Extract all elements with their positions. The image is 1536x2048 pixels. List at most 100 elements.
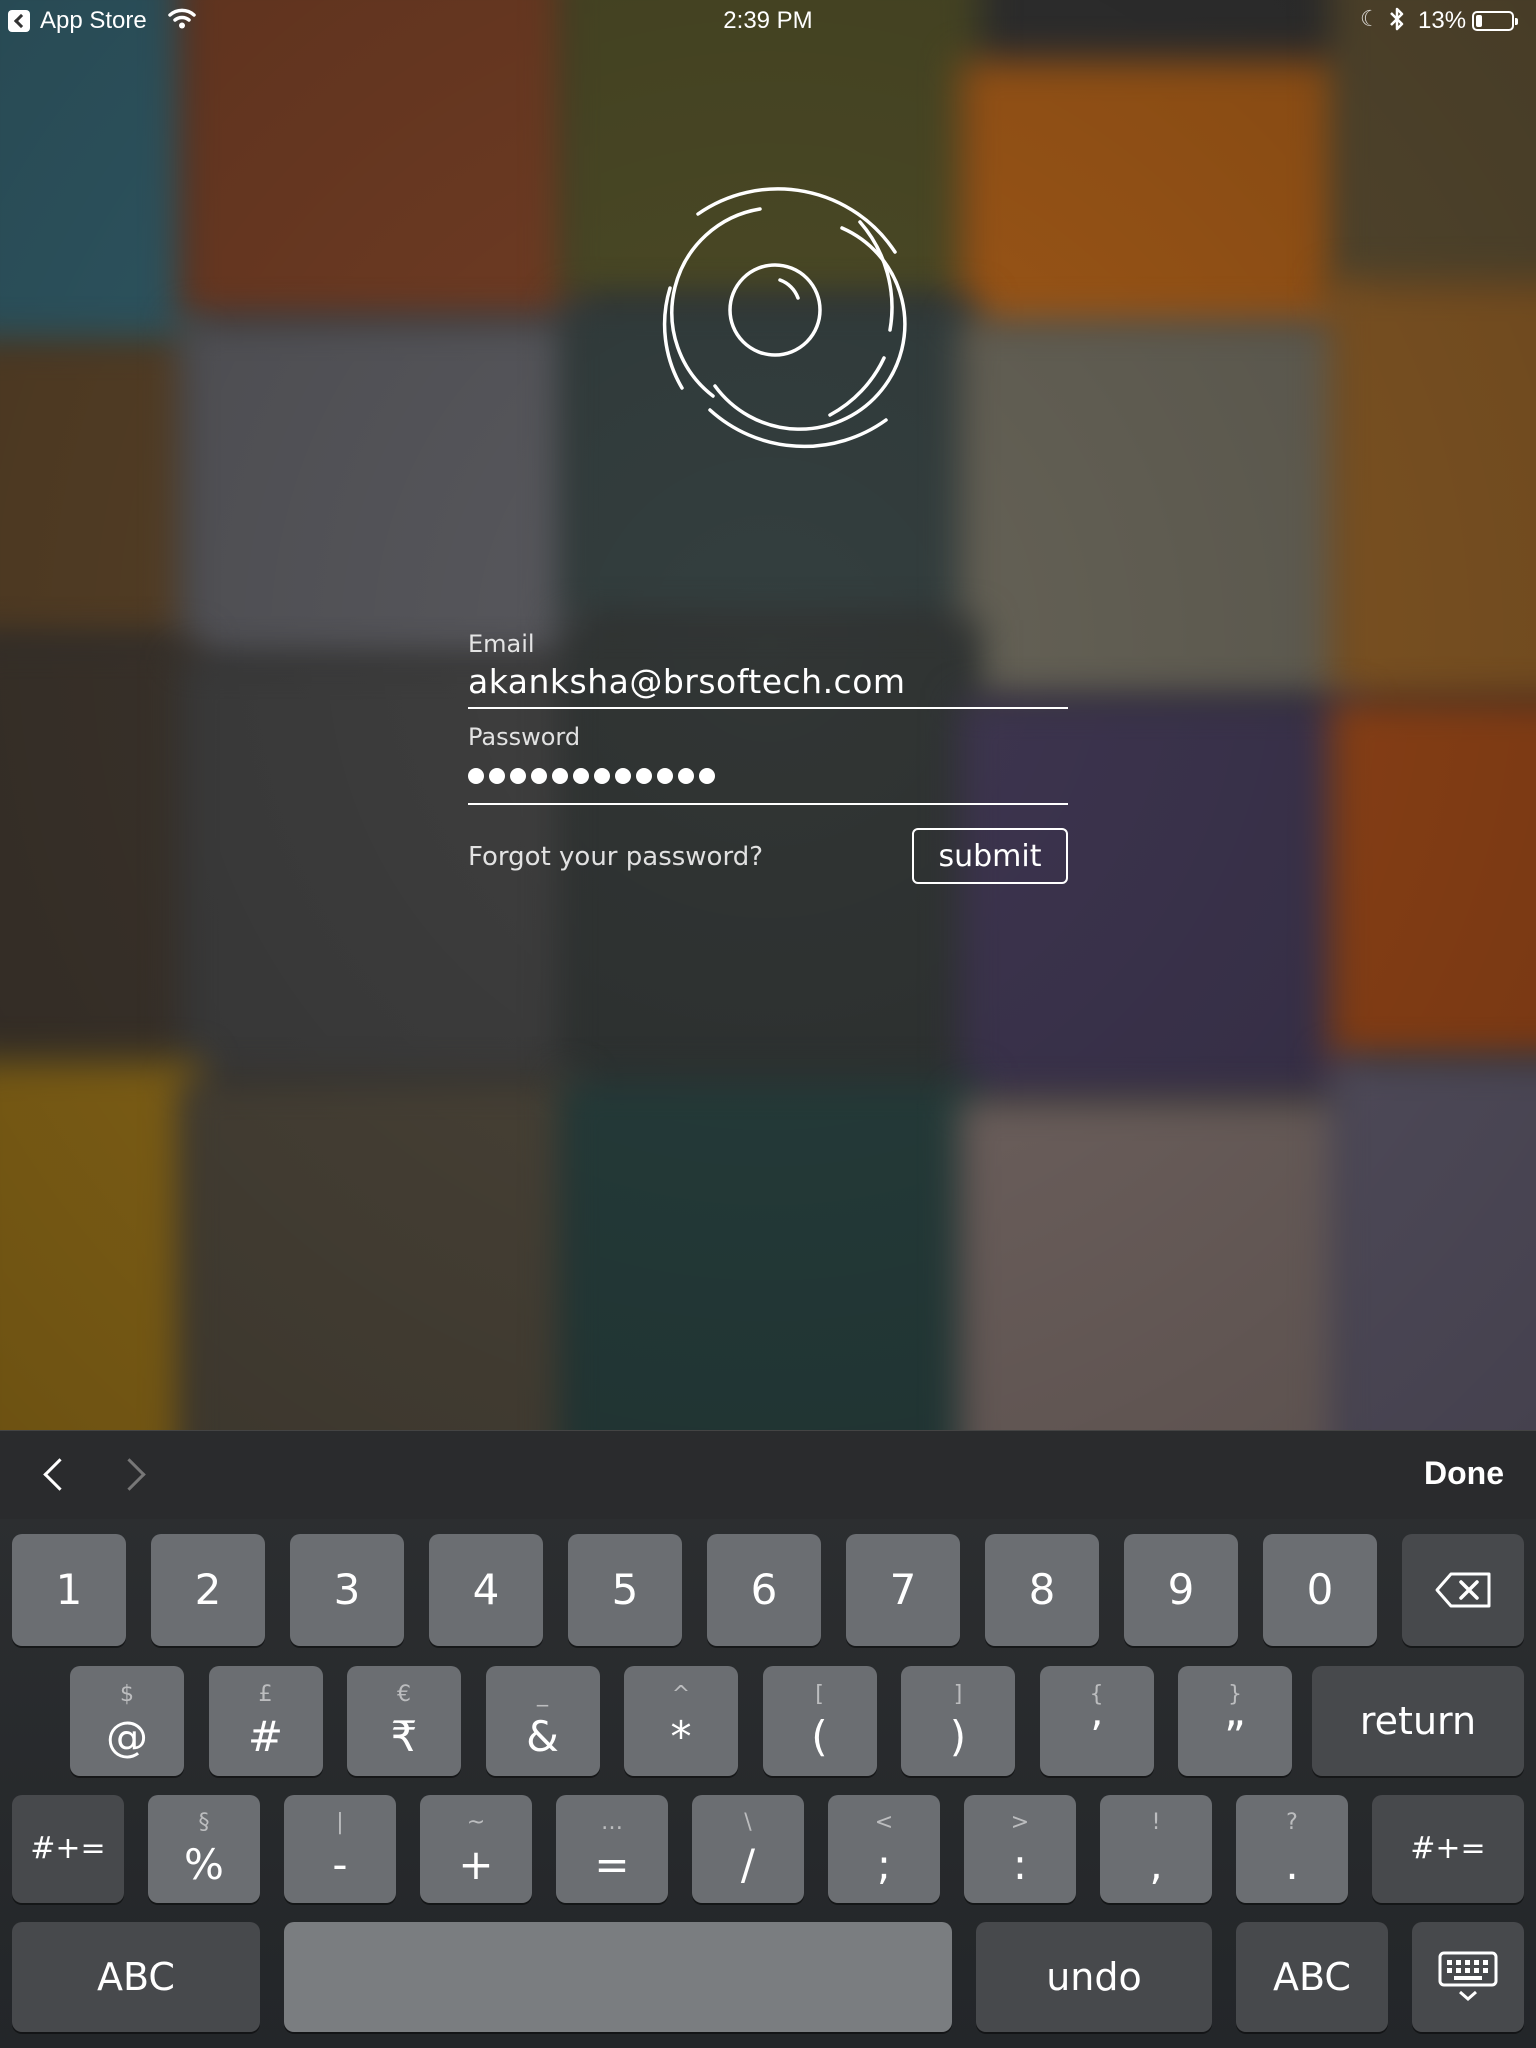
symbol-key[interactable]: £ # [208,1666,323,1776]
password-dot [531,768,547,784]
key-label: = [594,1840,630,1889]
abc-key-label: ABC [1273,1955,1351,1999]
password-dot [468,768,484,784]
password-dot [594,768,610,784]
symbol-key[interactable]: ?. [1236,1795,1348,1903]
key-label: 5 [611,1565,639,1614]
symbols-key-right[interactable]: #+= [1372,1795,1524,1903]
symbol-key[interactable]: <; [828,1795,940,1903]
symbol-key[interactable]: }” [1178,1666,1292,1776]
symbol-key[interactable]: … = [556,1795,668,1903]
number-key[interactable]: 0 [1263,1534,1377,1646]
password-dot [636,768,652,784]
symbol-key[interactable]: \ / [692,1795,804,1903]
space-key[interactable] [284,1922,952,2032]
done-button[interactable]: Done [1424,1455,1504,1492]
symbol-key[interactable]: [( [762,1666,877,1776]
number-key[interactable]: 5 [568,1534,682,1646]
password-dot [573,768,589,784]
symbol-key[interactable]: !, [1100,1795,1212,1903]
do-not-disturb-icon: ☾ [1360,6,1380,31]
symbol-key[interactable]: _ & [485,1666,600,1776]
forgot-password-link[interactable]: Forgot your password? [468,842,763,872]
key-label: 9 [1167,1565,1195,1614]
key-label: , [1149,1840,1163,1889]
password-dot [489,768,505,784]
return-key[interactable]: return [1312,1666,1524,1776]
key-label: ( [811,1712,828,1761]
key-label: 0 [1306,1565,1334,1614]
key-alt-label: ] [953,1682,963,1707]
symbol-key[interactable]: | - [284,1795,396,1903]
abc-key-right[interactable]: ABC [1236,1922,1388,2032]
key-label: ; [876,1840,892,1889]
key-label: 2 [194,1565,222,1614]
number-key[interactable]: 4 [429,1534,543,1646]
abc-key-left[interactable]: ABC [12,1922,260,2032]
key-alt-label: ! [1151,1810,1161,1835]
key-alt-label: | [336,1810,344,1835]
backspace-icon [1435,1572,1491,1608]
app-logo [610,148,910,468]
symbol-key[interactable]: {’ [1039,1666,1154,1776]
symbol-key[interactable]: ~ + [420,1795,532,1903]
symbol-key[interactable]: ^ * [624,1666,738,1776]
email-input[interactable]: akanksha@brsoftech.com [468,662,1068,701]
undo-key[interactable]: undo [976,1922,1212,2032]
next-field-icon[interactable] [116,1455,156,1495]
key-label: ’ [1089,1712,1104,1761]
key-alt-label: > [1010,1810,1030,1835]
password-dot [678,768,694,784]
return-key-label: return [1359,1699,1477,1743]
password-dot [657,768,673,784]
symbols-key-label: #+= [1410,1831,1486,1866]
dismiss-keyboard-key[interactable] [1412,1922,1524,2032]
login-form: Email akanksha@brsoftech.com Password [468,630,1068,805]
symbol-key[interactable]: §% [148,1795,260,1903]
password-field[interactable]: Password [468,723,1068,805]
key-label: 1 [55,1565,83,1614]
key-label: 6 [750,1565,778,1614]
key-alt-label: \ [744,1810,752,1835]
number-key[interactable]: 6 [707,1534,821,1646]
symbol-key[interactable]: ]) [901,1666,1015,1776]
number-key[interactable]: 9 [1124,1534,1238,1646]
submit-button[interactable]: submit [912,828,1068,884]
bluetooth-icon [1388,5,1406,40]
key-alt-label: ? [1286,1810,1298,1835]
email-label: Email [468,630,535,658]
key-alt-label: £ [258,1682,273,1707]
key-label: ₹ [390,1712,418,1761]
key-label: . [1285,1840,1299,1889]
number-key[interactable]: 2 [151,1534,265,1646]
previous-field-icon[interactable] [34,1455,74,1495]
email-underline [468,707,1068,709]
symbols-key-left[interactable]: #+= [12,1795,124,1903]
email-field[interactable]: Email akanksha@brsoftech.com [468,630,1068,709]
symbol-key[interactable]: >: [964,1795,1076,1903]
key-label: ) [949,1712,967,1761]
key-alt-label: { [1089,1682,1104,1707]
number-key[interactable]: 8 [985,1534,1099,1646]
key-label: 7 [889,1565,917,1614]
delete-key[interactable] [1402,1534,1524,1646]
symbols-key-label: #+= [30,1831,106,1866]
key-alt-label: … [601,1810,623,1835]
number-key[interactable]: 1 [12,1534,126,1646]
password-label: Password [468,723,581,751]
key-label: & [526,1712,559,1761]
clock: 2:39 PM [723,7,813,34]
key-label: # [247,1712,284,1761]
key-alt-label: < [874,1810,894,1835]
key-label: 3 [333,1565,361,1614]
battery-percent: 13% [1418,7,1467,34]
password-input[interactable] [468,765,1068,787]
key-alt-label: _ [537,1682,548,1707]
number-key[interactable]: 7 [846,1534,960,1646]
password-underline [468,803,1068,805]
key-alt-label: [ [815,1682,824,1707]
symbol-key[interactable]: € ₹ [347,1666,461,1776]
key-label: : [1012,1840,1028,1889]
number-key[interactable]: 3 [290,1534,404,1646]
symbol-key[interactable]: $ @ [70,1666,184,1776]
